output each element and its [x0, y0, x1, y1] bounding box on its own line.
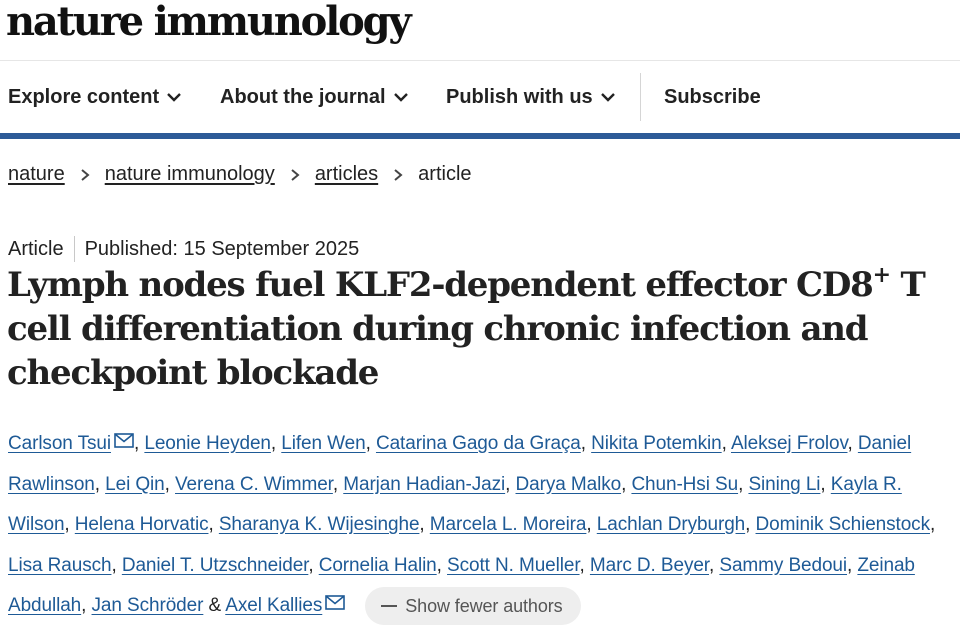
author-separator: , [820, 473, 826, 495]
author-separator: , [621, 473, 627, 495]
author-separator: , [586, 514, 592, 535]
breadcrumb-nature[interactable]: nature [8, 163, 65, 186]
author-separator: , [208, 514, 214, 535]
site-header: nature immunology [0, 0, 960, 60]
nav-explore-content[interactable]: Explore content [8, 61, 183, 133]
author-link[interactable]: Sammy Bedoui [719, 555, 847, 576]
author-separator: , [94, 473, 100, 495]
chevron-down-icon [600, 93, 615, 102]
author-link[interactable]: Cornelia Halin [319, 555, 437, 576]
author-separator: , [332, 473, 339, 495]
author-link[interactable]: Marjan Hadian-Jazi [343, 474, 505, 495]
author-link[interactable]: Jan Schröder [92, 595, 204, 616]
author-link[interactable]: Catarina Gago da Graça [376, 433, 581, 454]
author-link[interactable]: Helena Horvatic [75, 514, 209, 535]
chevron-right-icon [394, 168, 403, 181]
article-title: Lymph nodes fuel KLF2-dependent effector… [7, 263, 957, 395]
breadcrumb: nature nature immunology articles articl… [8, 163, 472, 186]
author-separator: , [164, 473, 170, 495]
author-ampersand: & [208, 595, 222, 616]
show-fewer-authors-button[interactable]: Show fewer authors [365, 586, 581, 625]
nav-about-journal[interactable]: About the journal [220, 61, 410, 133]
author-separator: , [709, 554, 715, 576]
author-separator: , [81, 595, 87, 616]
author-link[interactable]: Daniel T. Utzschneider [122, 555, 309, 576]
author-link[interactable]: Lifen Wen [281, 433, 365, 454]
author-link[interactable]: Sining Li [748, 474, 820, 495]
nav-item-label: Explore content [8, 85, 160, 108]
author-link[interactable]: Verena C. Wimmer [175, 474, 333, 495]
author-list: Carlson Tsui, Leonie Heyden, Lifen Wen, … [8, 424, 956, 627]
author-link[interactable]: Darya Malko [516, 474, 622, 495]
author-separator: , [505, 473, 511, 495]
author-link[interactable]: Scott N. Mueller [447, 555, 580, 576]
author-separator: , [745, 514, 751, 535]
author-separator: , [436, 554, 442, 576]
mail-icon[interactable] [325, 595, 346, 610]
author-separator: , [308, 554, 314, 576]
journal-logo[interactable]: nature immunology [6, 0, 412, 45]
author-link[interactable]: Marcela L. Moreira [430, 514, 587, 535]
title-superscript: + [872, 261, 891, 288]
chevron-right-icon [81, 168, 90, 181]
published-date: Published: 15 September 2025 [84, 237, 360, 260]
breadcrumb-nature-immunology[interactable]: nature immunology [105, 163, 275, 186]
author-link[interactable]: Lisa Rausch [8, 555, 112, 576]
nav-item-label: About the journal [220, 85, 386, 108]
meta-divider [73, 236, 75, 262]
author-link[interactable]: Dominik Schienstock [756, 514, 931, 535]
chevron-down-icon [393, 93, 408, 102]
article-meta: Article Published: 15 September 2025 [8, 236, 359, 262]
author-link[interactable]: Lei Qin [105, 474, 165, 495]
author-separator: , [721, 433, 727, 454]
author-separator: , [419, 514, 425, 535]
author-link[interactable]: Nikita Potemkin [591, 433, 722, 454]
author-separator: , [847, 554, 853, 576]
breadcrumb-articles[interactable]: articles [315, 163, 378, 186]
author-separator: , [929, 514, 936, 535]
author-link[interactable]: Lachlan Dryburgh [597, 514, 745, 535]
breadcrumb-current: article [418, 163, 472, 185]
author-link[interactable]: Aleksej Frolov [731, 433, 848, 454]
author-separator: , [847, 433, 853, 454]
author-separator: , [580, 433, 586, 454]
author-separator: , [579, 554, 585, 576]
author-separator: , [270, 433, 277, 454]
author-link[interactable]: Axel Kallies [225, 595, 322, 616]
title-text-part1: Lymph nodes fuel KLF2-dependent effector… [7, 265, 874, 305]
nav-publish-with-us[interactable]: Publish with us [446, 61, 617, 133]
author-separator: , [134, 433, 140, 454]
nav-divider [640, 73, 641, 121]
author-link[interactable]: Leonie Heyden [144, 433, 271, 454]
show-fewer-label: Show fewer authors [405, 595, 563, 616]
author-link[interactable]: Marc D. Beyer [590, 555, 709, 576]
mail-icon[interactable] [114, 433, 134, 448]
nav-item-label: Publish with us [446, 85, 593, 108]
chevron-right-icon [291, 168, 300, 181]
chevron-down-icon [167, 93, 181, 102]
main-nav: Explore content About the journal Publis… [0, 60, 960, 139]
nav-subscribe[interactable]: Subscribe [664, 61, 761, 133]
author-separator: , [111, 554, 117, 576]
author-separator: , [365, 433, 371, 454]
author-link[interactable]: Carlson Tsui [8, 433, 111, 454]
author-separator: , [738, 473, 744, 495]
author-separator: , [64, 514, 70, 535]
author-link[interactable]: Sharanya K. Wijesinghe [219, 514, 420, 535]
minus-icon [381, 604, 398, 607]
article-type: Article [8, 237, 64, 260]
author-link[interactable]: Chun-Hsi Su [631, 474, 738, 495]
